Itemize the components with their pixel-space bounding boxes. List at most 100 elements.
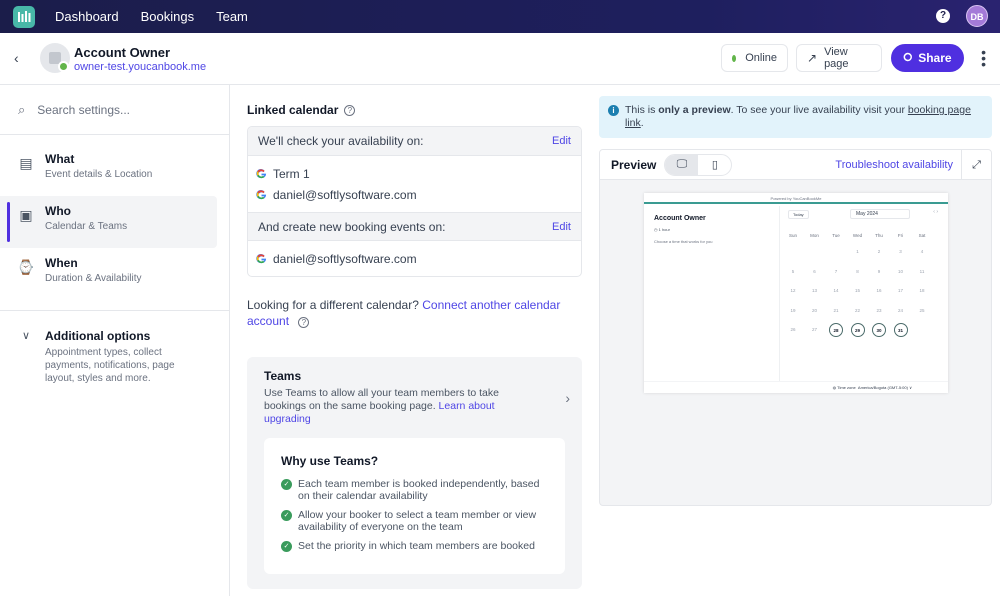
calendar-day: 24 (897, 307, 903, 313)
linked-calendar-heading: Linked calendar ? (247, 103, 582, 117)
weekday-label: Wed (852, 233, 863, 238)
today-button[interactable]: Today (788, 209, 809, 219)
preview-notice: i This is only a preview. To see your li… (599, 96, 992, 138)
timezone-value[interactable]: America/Bogota (GMT-5:00) (858, 385, 908, 390)
calendar-day: 21 (833, 307, 839, 313)
list-item: daniel@softlysoftware.com (256, 248, 573, 269)
reason-text: Allow your booker to select a team membe… (298, 509, 537, 533)
preview-label: Preview (611, 157, 657, 172)
online-dot-icon (732, 54, 737, 62)
more-options-icon[interactable]: • • • (981, 45, 986, 71)
list-item: ✓ Allow your booker to select a team mem… (281, 509, 548, 533)
check-circle-icon: ✓ (281, 510, 292, 521)
nav-team[interactable]: Team (216, 9, 248, 24)
user-avatar[interactable]: DB (966, 5, 988, 27)
linked-calendar-box: We'll check your availability on: Edit T… (247, 126, 582, 277)
preview-duration: ◷ 1 hour (654, 227, 670, 232)
why-teams-title: Why use Teams? (281, 454, 379, 468)
view-page-button[interactable]: ↗ View page (796, 44, 882, 72)
chevron-right-icon[interactable]: › (565, 390, 570, 406)
calendar-day: 27 (811, 327, 817, 332)
online-label: Online (745, 52, 777, 64)
available-day[interactable]: 30 (872, 323, 886, 337)
available-day[interactable]: 31 (893, 323, 908, 337)
external-link-icon: ↗ (807, 51, 818, 65)
view-page-label: View page (824, 46, 849, 70)
notice-bold: only a preview (658, 104, 731, 116)
calendar-name: Term 1 (273, 166, 310, 181)
calendar-day: 9 (877, 268, 881, 274)
owner-name: Account Owner (74, 45, 171, 60)
question-icon[interactable]: ? (298, 317, 310, 328)
share-button[interactable]: ⭘ Share (891, 44, 964, 72)
info-icon: i (608, 105, 619, 116)
notice-mid: . To see your live availability visit yo… (730, 104, 905, 116)
calendar-day: 4 (920, 249, 924, 254)
available-day[interactable]: 28 (829, 323, 843, 337)
weekday-label: Thu (875, 233, 883, 238)
preview-calendar-controls: Today May 2024 ‹ › (780, 206, 948, 222)
reason-text: Each team member is booked independently… (298, 478, 540, 502)
question-icon[interactable]: ? (344, 104, 356, 116)
nav-dashboard[interactable]: Dashboard (55, 9, 119, 24)
sidebar-item-title: Additional options (45, 329, 151, 343)
watch-icon: ⌚ (17, 259, 35, 275)
check-calendars-header: We'll check your availability on: Edit (248, 127, 581, 156)
powered-by-banner: Powered by YouCanBookMe (644, 193, 948, 204)
calendar-day: 8 (856, 268, 859, 274)
back-arrow-icon[interactable]: ‹ (14, 50, 19, 66)
create-label: And create new booking events on: (258, 219, 446, 234)
sidebar-item-when[interactable]: ⌚ When Duration & Availability (0, 248, 229, 300)
preview-details: Account Owner ◷ 1 hour Choose a time tha… (644, 206, 780, 381)
calendar-day: 2 (877, 249, 881, 254)
why-teams-box: Why use Teams? ✓ Each team member is boo… (264, 438, 565, 574)
google-icon (256, 168, 267, 179)
preview-toolbar: Preview 🖵 ▯ Troubleshoot availability ⤢ (600, 150, 991, 180)
check-label: We'll check your availability on: (258, 134, 424, 148)
calendar-name: daniel@softlysoftware.com (273, 187, 417, 202)
sidebar-item-who[interactable]: ▣ Who Calendar & Teams (0, 196, 217, 248)
calendar-day: 22 (854, 307, 860, 313)
sidebar-item-subtitle: Event details & Location (45, 169, 153, 180)
share-label: Share (918, 51, 952, 65)
teams-card[interactable]: Teams Use Teams to allow all your team m… (247, 357, 582, 589)
nav-bookings[interactable]: Bookings (141, 9, 194, 24)
help-icon[interactable]: ? (936, 9, 950, 23)
chevron-down-icon: ∨ (21, 330, 31, 342)
search-settings-input[interactable] (37, 102, 208, 117)
available-day[interactable]: 29 (850, 323, 865, 337)
calendar-day: 7 (834, 268, 838, 274)
google-icon (256, 189, 267, 200)
sidebar-item-what[interactable]: ▤ What Event details & Location (0, 144, 229, 196)
online-status-button[interactable]: Online (721, 44, 788, 72)
month-select[interactable]: May 2024 (850, 209, 910, 219)
month-nav-icons[interactable]: ‹ › (933, 209, 938, 215)
contact-card-icon: ▣ (19, 207, 33, 223)
weekday-label: Sun (788, 233, 797, 238)
weekday-label: Tue (832, 233, 840, 238)
calendar-day: 12 (790, 288, 796, 293)
calendar-day: 16 (876, 288, 882, 293)
edit-check-link[interactable]: Edit (552, 135, 571, 147)
app-logo-icon[interactable] (13, 5, 35, 28)
troubleshoot-link[interactable]: Troubleshoot availability (835, 159, 953, 171)
weekday-label: Fri (897, 233, 904, 238)
top-navbar: Dashboard Bookings Team ? DB (0, 0, 1000, 33)
desktop-icon[interactable]: 🖵 (665, 154, 699, 175)
create-calendars-list: daniel@softlysoftware.com (248, 241, 581, 276)
preview-calendar: Today May 2024 ‹ › Sun Mon Tue Wed Thu Fri Sat… (780, 206, 948, 381)
expand-icon[interactable]: ⤢ (961, 150, 991, 180)
owner-url-link[interactable]: owner-test.youcanbook.me (74, 61, 206, 73)
edit-create-link[interactable]: Edit (552, 221, 571, 233)
check-calendars-list: Term 1 daniel@softlysoftware.com (248, 156, 581, 212)
mobile-icon[interactable]: ▯ (698, 155, 731, 175)
sidebar-item-subtitle: Duration & Availability (45, 273, 142, 284)
weekday-label: Mon (810, 233, 819, 238)
sidebar-item-additional-options[interactable]: ∨ Additional options Appointment types, … (0, 311, 229, 385)
calendar-day: 14 (833, 288, 839, 293)
preview-choose: Choose a time that works for you (654, 239, 713, 244)
sidebar-item-title: What (45, 152, 75, 166)
preview-timezone: ◍ Time zone America/Bogota (GMT-5:00) ∨ (644, 381, 948, 393)
calendar-day: 5 (791, 268, 795, 274)
calendar-day: 11 (919, 268, 925, 274)
